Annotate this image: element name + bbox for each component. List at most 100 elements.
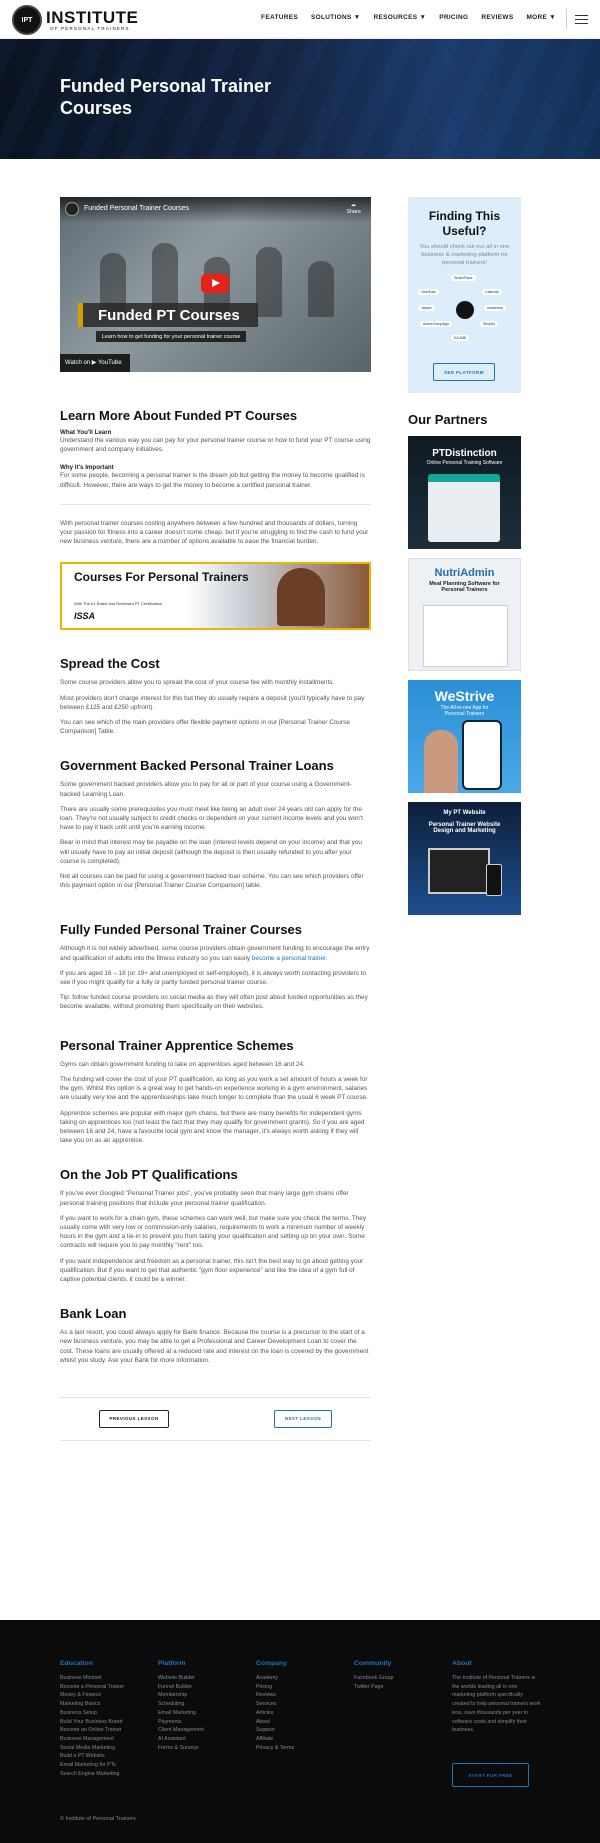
nav-resources[interactable]: RESOURCES ▼ bbox=[373, 14, 426, 21]
footer-col-title: Community bbox=[354, 1660, 392, 1667]
logo-name: INSTITUTE bbox=[46, 8, 139, 27]
issa-ad-banner[interactable]: Courses For Personal Trainers With The #… bbox=[60, 562, 371, 631]
promo-title: Finding This Useful? bbox=[428, 209, 501, 238]
footer-col-title: About bbox=[452, 1660, 472, 1667]
gov-p4: Not all courses can be paid for using a … bbox=[60, 873, 364, 890]
footer-link[interactable]: Membership bbox=[158, 1691, 248, 1700]
spread-p1: Some course providers allow you to sprea… bbox=[60, 679, 335, 687]
footer-link[interactable]: Privacy & Terms bbox=[256, 1744, 346, 1753]
apprentice-p1: Gyms can obtain government funding to ta… bbox=[60, 1060, 305, 1068]
copyright: © Institute of Personal Trainers bbox=[60, 1816, 136, 1822]
footer-link[interactable]: Money & Finance bbox=[60, 1691, 150, 1700]
footer-link[interactable]: Build Your Business Brand bbox=[60, 1718, 150, 1727]
job-p1: If you've ever Googled "Personal Trainer… bbox=[60, 1190, 349, 1207]
footer-link[interactable]: Client Management bbox=[158, 1726, 248, 1735]
gov-heading: Government Backed Personal Trainer Loans bbox=[60, 758, 334, 774]
footer-link[interactable]: Business Management bbox=[60, 1735, 150, 1744]
footer-link[interactable]: AI Assistant bbox=[158, 1735, 248, 1744]
share-button[interactable]: ➦ Share bbox=[346, 203, 361, 215]
footer-link[interactable]: Facebook Group bbox=[354, 1674, 444, 1683]
footer-link[interactable]: Become an Online Trainer bbox=[60, 1726, 150, 1735]
partner-myptwebsite[interactable]: My PT Website Personal Trainer Website D… bbox=[408, 802, 521, 915]
partner-subtitle: Online Personal Training Software bbox=[426, 460, 503, 466]
footer-link[interactable]: Marketing Basics bbox=[60, 1700, 150, 1709]
footer-link[interactable]: Reviews bbox=[256, 1691, 346, 1700]
job-p3: If you want independence and freedom as … bbox=[60, 1257, 364, 1283]
footer-link[interactable]: Forms & Surveys bbox=[158, 1744, 248, 1753]
job-p2: If you want to work for a chain gym, the… bbox=[60, 1214, 367, 1250]
bank-heading: Bank Loan bbox=[60, 1306, 127, 1322]
play-icon[interactable] bbox=[201, 274, 229, 293]
footer-link[interactable]: Email Marketing bbox=[158, 1709, 248, 1718]
sidebar: Finding This Useful? You should check ou… bbox=[408, 197, 521, 393]
gov-p3: Bear in mind that interest may be payabl… bbox=[60, 839, 362, 865]
partner-ptdistinction[interactable]: PTDistinction Online Personal Training S… bbox=[408, 436, 521, 549]
apprentice-heading: Personal Trainer Apprentice Schemes bbox=[60, 1037, 294, 1053]
hamburger-menu-icon[interactable] bbox=[575, 15, 588, 27]
footer-link[interactable]: Search Engine Marketing bbox=[60, 1770, 150, 1779]
footer-link[interactable]: Affiliate bbox=[256, 1735, 346, 1744]
partner-westrive[interactable]: WeStrive The All-in-one App for Personal… bbox=[408, 680, 521, 793]
partner-title: WeStrive bbox=[434, 688, 495, 704]
partner-screenshot bbox=[428, 474, 500, 542]
previous-lesson-button[interactable]: PREVIOUS LESSON bbox=[99, 1409, 169, 1428]
channel-avatar[interactable] bbox=[65, 202, 79, 216]
nav-more[interactable]: MORE ▼ bbox=[526, 14, 556, 21]
integrations-hub: SmartPlace Calendly UberEats mailchimp J… bbox=[418, 275, 511, 347]
footer-link[interactable]: Funnel Builder bbox=[158, 1683, 248, 1692]
partner-screenshot bbox=[423, 605, 508, 667]
logo-badge: IPT bbox=[12, 5, 42, 35]
become-trainer-link[interactable]: become a personal trainer. bbox=[252, 955, 328, 962]
site-logo[interactable]: IPT INSTITUTE OF PERSONAL TRAINERS bbox=[12, 5, 138, 35]
intro-text: With personal trainer courses costing an… bbox=[60, 519, 369, 546]
hub-item: Jasper bbox=[418, 305, 435, 311]
next-lesson-button[interactable]: NEXT LESSON bbox=[274, 1409, 332, 1428]
ipt-hub-logo-icon bbox=[456, 301, 474, 319]
footer-link[interactable]: Academy bbox=[256, 1674, 346, 1683]
footer-link[interactable]: Scheduling bbox=[158, 1700, 248, 1709]
footer-col-title: Education bbox=[60, 1660, 93, 1667]
banner-tagline: With The #1 Rated and Reviewed PT Certif… bbox=[74, 601, 163, 607]
footer-link[interactable]: Articles bbox=[256, 1709, 346, 1718]
hub-item: ActiveCampaign bbox=[420, 321, 453, 327]
banner-photo bbox=[277, 568, 325, 627]
what-label: What You'll Learn bbox=[60, 429, 112, 436]
partner-phone bbox=[462, 720, 502, 790]
footer-link[interactable]: Website Builder bbox=[158, 1674, 248, 1683]
see-platform-button[interactable]: SEE PLATFORM bbox=[433, 363, 495, 381]
hub-item: Calendly bbox=[482, 289, 502, 295]
nav-reviews[interactable]: REVIEWS bbox=[481, 14, 513, 21]
footer-link[interactable]: Business Setup bbox=[60, 1709, 150, 1718]
footer-link[interactable]: Business Mindset bbox=[60, 1674, 150, 1683]
site-header: IPT INSTITUTE OF PERSONAL TRAINERS FEATU… bbox=[0, 0, 600, 39]
footer-link[interactable]: Pricing bbox=[256, 1683, 346, 1692]
apprentice-p2: The funding will cover the cost of your … bbox=[60, 1075, 368, 1102]
footer-link[interactable]: Twitter Page bbox=[354, 1683, 444, 1692]
nav-pricing[interactable]: PRICING bbox=[439, 14, 468, 21]
footer-link[interactable]: Payments bbox=[158, 1718, 248, 1727]
start-for-free-button[interactable]: START FOR FREE bbox=[452, 1763, 529, 1787]
footer-link[interactable]: Email Marketing for PTs bbox=[60, 1761, 150, 1770]
what-text: Understand the various way you can pay f… bbox=[60, 437, 371, 454]
fully-heading: Fully Funded Personal Trainer Courses bbox=[60, 922, 303, 938]
footer-col-company: Company Academy Pricing Reviews Services… bbox=[256, 1660, 346, 1752]
footer-link[interactable]: Build a PT Website bbox=[60, 1752, 150, 1761]
footer-link[interactable]: Support bbox=[256, 1726, 346, 1735]
fully-p1: Although it is not widely advertised, so… bbox=[60, 944, 371, 962]
logo-subtitle: OF PERSONAL TRAINERS bbox=[50, 26, 130, 31]
watch-on-youtube-link[interactable]: Watch on ▶ YouTube bbox=[60, 354, 130, 372]
nav-features[interactable]: FEATURES bbox=[261, 14, 298, 21]
footer-col-platform: Platform Website Builder Funnel Builder … bbox=[158, 1660, 248, 1752]
footer-link[interactable]: Become a Personal Trainer bbox=[60, 1683, 150, 1692]
site-footer: Education Business Mindset Become a Pers… bbox=[0, 1620, 600, 1843]
video-player[interactable]: Funded Personal Trainer Courses ➦ Share F… bbox=[60, 197, 371, 372]
footer-link[interactable]: Social Media Marketing bbox=[60, 1744, 150, 1753]
footer-link[interactable]: About bbox=[256, 1718, 346, 1727]
footer-about-text: The Institute of Personal Trainers is th… bbox=[452, 1675, 541, 1734]
partner-nutriadmin[interactable]: NutriAdmin Meal Planning Software for Pe… bbox=[408, 558, 521, 671]
footer-link[interactable]: Services bbox=[256, 1700, 346, 1709]
video-top-title[interactable]: Funded Personal Trainer Courses bbox=[84, 205, 189, 212]
hub-item: Shopify bbox=[480, 321, 498, 327]
nav-solutions[interactable]: SOLUTIONS ▼ bbox=[311, 14, 360, 21]
partner-title: NutriAdmin bbox=[434, 567, 495, 579]
